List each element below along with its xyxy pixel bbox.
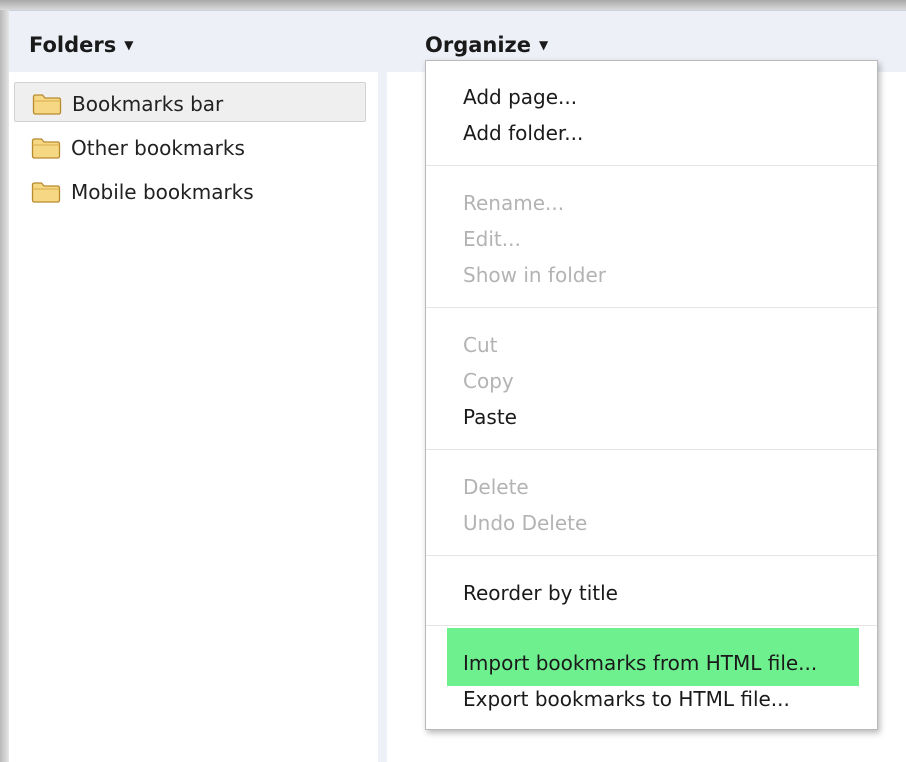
menu-separator <box>426 449 877 450</box>
organize-menu-label: Organize <box>425 33 532 57</box>
folders-menu-button[interactable]: Folders ▼ <box>29 33 134 57</box>
window-left-edge <box>0 10 9 762</box>
folder-item-bookmarks-bar[interactable]: Bookmarks bar <box>14 82 366 122</box>
menu-item-cut: Cut <box>463 333 498 357</box>
folder-label: Other bookmarks <box>71 136 245 160</box>
menu-item-export-bookmarks[interactable]: Export bookmarks to HTML file... <box>463 687 790 711</box>
menu-separator <box>426 625 877 626</box>
organize-dropdown-menu: Add page... Add folder... Rename... Edit… <box>425 60 878 730</box>
folder-label: Mobile bookmarks <box>71 180 254 204</box>
menu-item-delete: Delete <box>463 475 529 499</box>
folder-icon <box>31 182 61 203</box>
menu-item-show-in-folder: Show in folder <box>463 263 606 287</box>
window-top-edge <box>0 0 906 10</box>
menu-item-import-bookmarks[interactable]: Import bookmarks from HTML file... <box>463 651 817 675</box>
menu-item-rename: Rename... <box>463 191 565 215</box>
menu-item-add-page[interactable]: Add page... <box>463 85 577 109</box>
folders-menu-label: Folders <box>29 33 117 57</box>
menu-item-undo-delete: Undo Delete <box>463 511 588 535</box>
organize-menu-button[interactable]: Organize ▼ <box>425 33 548 57</box>
pane-splitter[interactable] <box>378 72 387 762</box>
folder-label: Bookmarks bar <box>72 92 224 116</box>
caret-down-icon: ▼ <box>539 38 549 52</box>
menu-item-add-folder[interactable]: Add folder... <box>463 121 583 145</box>
caret-down-icon: ▼ <box>124 38 134 52</box>
menu-item-paste[interactable]: Paste <box>463 405 517 429</box>
folder-item-mobile-bookmarks[interactable]: Mobile bookmarks <box>14 171 366 211</box>
menu-item-reorder-by-title[interactable]: Reorder by title <box>463 581 618 605</box>
menu-separator <box>426 307 877 308</box>
menu-separator <box>426 165 877 166</box>
menu-item-copy: Copy <box>463 369 514 393</box>
menu-separator <box>426 555 877 556</box>
folder-tree-pane: Bookmarks bar Other bookmarks Mobile boo… <box>0 72 378 762</box>
folder-icon <box>32 94 62 115</box>
folder-item-other-bookmarks[interactable]: Other bookmarks <box>14 127 366 167</box>
menu-item-edit: Edit... <box>463 227 521 251</box>
folder-icon <box>31 138 61 159</box>
